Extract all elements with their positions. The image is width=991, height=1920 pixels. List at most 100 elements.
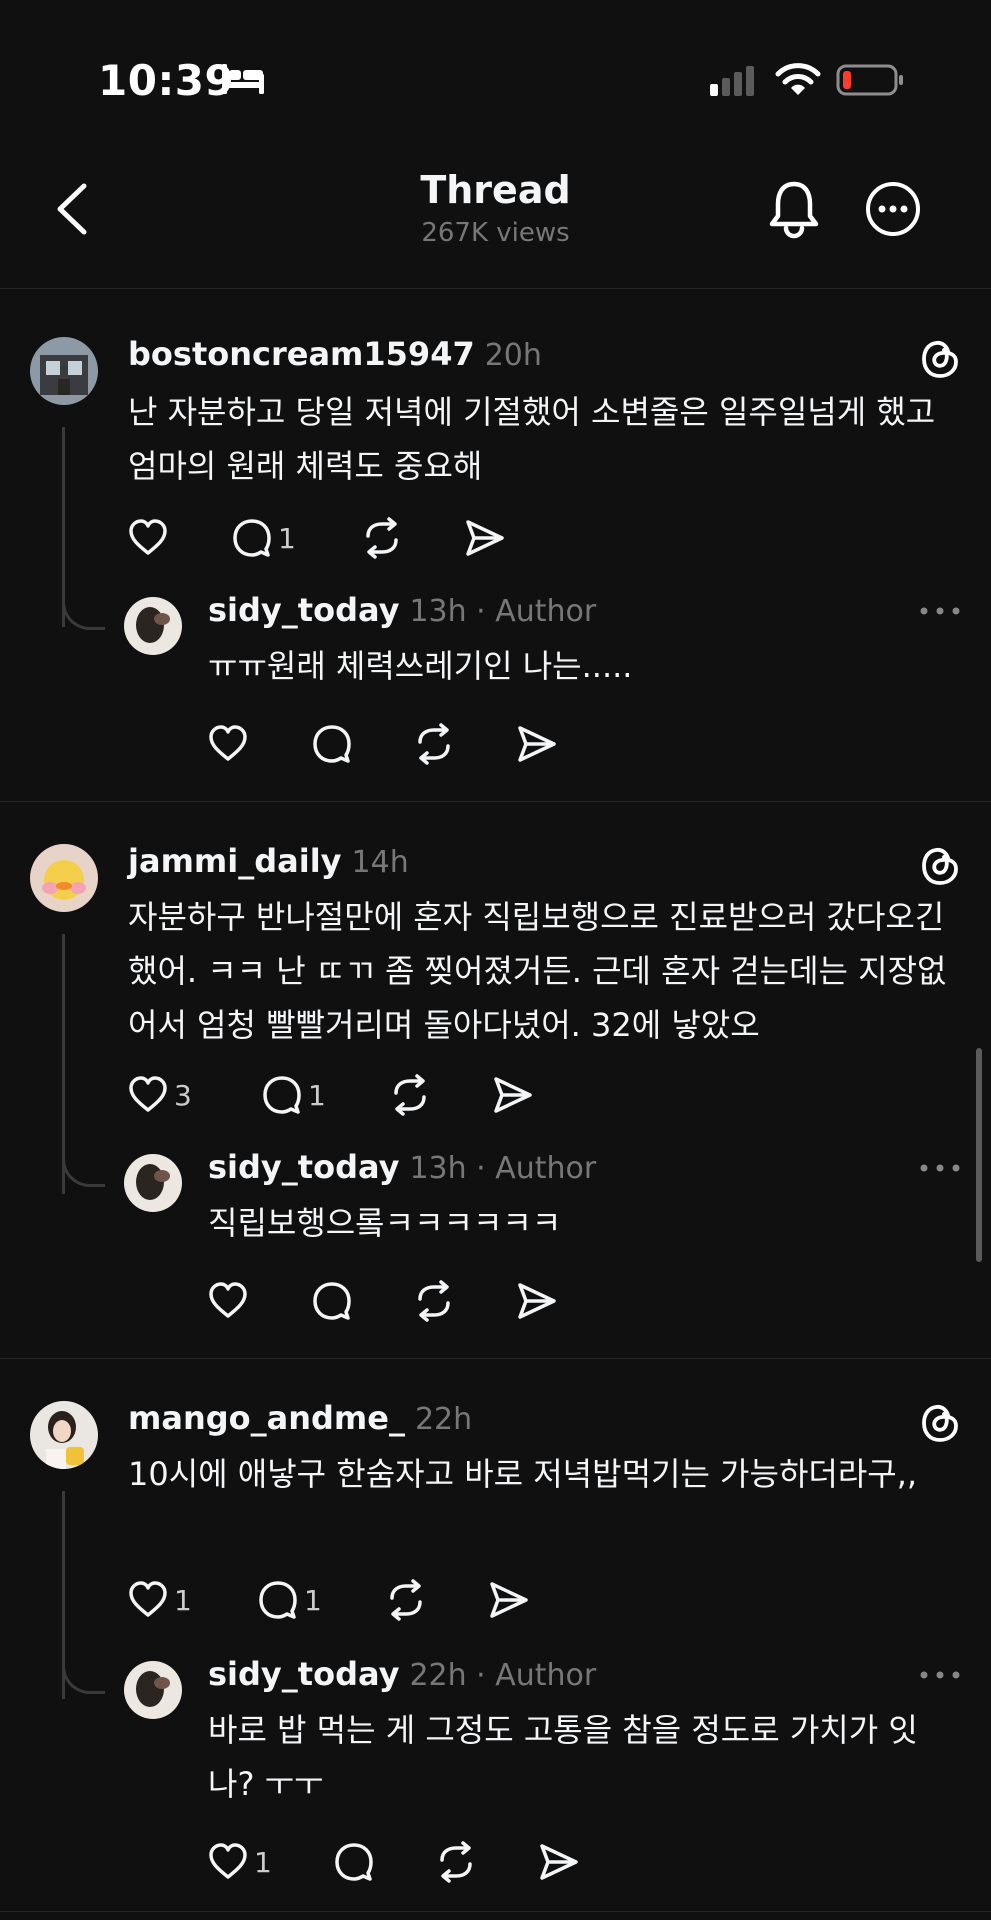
like-count: 1 bbox=[174, 1583, 192, 1617]
like-button[interactable] bbox=[206, 1276, 254, 1326]
more-dots-icon[interactable] bbox=[918, 1669, 962, 1681]
send-icon bbox=[518, 726, 556, 762]
status-time: 10:39 bbox=[98, 56, 235, 105]
heart-icon bbox=[209, 1843, 247, 1879]
comment-time: 20h bbox=[484, 338, 542, 373]
comment-actions: 3 1 bbox=[126, 1070, 546, 1120]
comment-bubble-icon bbox=[313, 725, 351, 763]
view-count: 267K views bbox=[421, 218, 570, 248]
like-count: 3 bbox=[174, 1078, 192, 1112]
avatar[interactable] bbox=[30, 1401, 98, 1469]
reply-button[interactable] bbox=[310, 719, 358, 769]
repost-button[interactable] bbox=[434, 1837, 478, 1887]
reply-text: ㅠㅠ원래 체력쓰레기인 나는..... bbox=[208, 647, 633, 685]
avatar[interactable] bbox=[30, 337, 98, 405]
reply-count: 1 bbox=[308, 1078, 326, 1112]
send-icon bbox=[518, 1283, 556, 1319]
comment-group: mango_andme_ 22h 10시에 애낳구 한숨자고 바로 저녁밥먹기는 … bbox=[0, 1359, 991, 1912]
repost-button[interactable] bbox=[360, 513, 404, 563]
share-button[interactable] bbox=[486, 1575, 530, 1625]
reply-username[interactable]: sidy_today 22h · Author bbox=[208, 1655, 596, 1693]
send-icon bbox=[540, 1844, 578, 1880]
repost-button[interactable] bbox=[384, 1575, 428, 1625]
status-bar: 10:39 bbox=[0, 0, 991, 150]
reply-username[interactable]: sidy_today 13h · Author bbox=[208, 591, 596, 629]
comment-bubble-icon bbox=[259, 1581, 297, 1619]
comment-username[interactable]: mango_andme_ 22h bbox=[128, 1399, 472, 1437]
reply-text: 바로 밥 먹는 게 그정도 고통을 참을 정도로 가치가 잇나? ㅜㅜ bbox=[208, 1711, 918, 1803]
like-button[interactable]: 3 bbox=[126, 1070, 192, 1120]
threads-logo-icon[interactable] bbox=[918, 1401, 962, 1445]
reply-meta: 22h · Author bbox=[409, 1658, 597, 1693]
reply-text: 직립보행으롴ㅋㅋㅋㅋㅋㅋ bbox=[208, 1204, 562, 1242]
wifi-icon bbox=[775, 63, 821, 95]
send-icon bbox=[490, 1582, 528, 1618]
avatar[interactable] bbox=[124, 1661, 182, 1719]
like-button[interactable]: 1 bbox=[126, 1575, 192, 1625]
heart-icon bbox=[129, 519, 167, 555]
comment-group: bostoncream15947 20h 난 자분하고 당일 저녁에 기절했어 소… bbox=[0, 289, 991, 802]
avatar[interactable] bbox=[30, 844, 98, 912]
comment-username[interactable]: jammi_daily 14h bbox=[128, 842, 409, 880]
reply-meta: 13h · Author bbox=[409, 1151, 597, 1186]
comment-bubble-icon bbox=[263, 1076, 301, 1114]
more-dots-icon[interactable] bbox=[918, 1162, 962, 1174]
comment-time: 22h bbox=[414, 1402, 473, 1437]
comment-actions: 1 1 bbox=[126, 1575, 546, 1625]
comment-bubble-icon bbox=[335, 1843, 373, 1881]
reply-count: 1 bbox=[278, 521, 296, 555]
repost-icon bbox=[366, 517, 398, 559]
share-button[interactable] bbox=[462, 513, 506, 563]
repost-button[interactable] bbox=[388, 1070, 432, 1120]
reply-button[interactable]: 1 bbox=[260, 1070, 326, 1120]
repost-icon bbox=[440, 1841, 472, 1883]
reply-button[interactable]: 1 bbox=[256, 1575, 322, 1625]
repost-icon bbox=[394, 1074, 426, 1116]
repost-button[interactable] bbox=[412, 1276, 456, 1326]
share-button[interactable] bbox=[514, 719, 558, 769]
reply-button[interactable]: 1 bbox=[230, 513, 296, 563]
comment-bubble-icon bbox=[313, 1282, 351, 1320]
comment-text: 10시에 애낳구 한숨자고 바로 저녁밥먹기는 가능하더라구,, bbox=[128, 1455, 918, 1493]
heart-icon bbox=[129, 1581, 167, 1617]
more-options-circle-icon[interactable] bbox=[864, 180, 922, 238]
thread-header: Thread 267K views bbox=[0, 150, 991, 289]
like-count: 1 bbox=[254, 1845, 272, 1879]
thread-connector-curve bbox=[62, 1655, 105, 1694]
reply-actions bbox=[206, 1276, 606, 1326]
page-title: Thread bbox=[420, 168, 571, 212]
reply-count: 1 bbox=[304, 1583, 322, 1617]
heart-icon bbox=[209, 1282, 247, 1318]
threads-logo-icon[interactable] bbox=[918, 844, 962, 888]
thread-connector-curve bbox=[62, 1148, 105, 1187]
repost-icon bbox=[418, 1280, 450, 1322]
repost-button[interactable] bbox=[412, 719, 456, 769]
comment-feed: bostoncream15947 20h 난 자분하고 당일 저녁에 기절했어 소… bbox=[0, 289, 991, 1912]
avatar[interactable] bbox=[124, 1154, 182, 1212]
share-button[interactable] bbox=[536, 1837, 580, 1887]
battery-low-icon bbox=[836, 64, 903, 96]
thread-connector-curve bbox=[62, 591, 105, 630]
like-button[interactable] bbox=[206, 719, 254, 769]
comment-username[interactable]: bostoncream15947 20h bbox=[128, 335, 542, 373]
scrollbar[interactable] bbox=[976, 1048, 982, 1262]
sleep-mode-icon bbox=[222, 64, 264, 94]
heart-icon bbox=[129, 1076, 167, 1112]
share-button[interactable] bbox=[514, 1276, 558, 1326]
reply-button[interactable] bbox=[332, 1837, 380, 1887]
threads-logo-icon[interactable] bbox=[918, 337, 962, 381]
comment-text: 자분하구 반나절만에 혼자 직립보행으로 진료받으러 갔다오긴했어. ㅋㅋ 난 … bbox=[128, 898, 947, 1044]
comment-bubble-icon bbox=[233, 519, 271, 557]
like-button[interactable] bbox=[126, 513, 174, 563]
more-dots-icon[interactable] bbox=[918, 605, 962, 617]
reply-meta: 13h · Author bbox=[409, 594, 597, 629]
avatar[interactable] bbox=[124, 597, 182, 655]
reply-button[interactable] bbox=[310, 1276, 358, 1326]
share-button[interactable] bbox=[490, 1070, 534, 1120]
heart-icon bbox=[209, 725, 247, 761]
reply-username[interactable]: sidy_today 13h · Author bbox=[208, 1148, 596, 1186]
comment-time: 14h bbox=[351, 845, 409, 880]
bell-icon[interactable] bbox=[766, 178, 822, 240]
send-icon bbox=[494, 1077, 532, 1113]
like-button[interactable]: 1 bbox=[206, 1837, 272, 1887]
